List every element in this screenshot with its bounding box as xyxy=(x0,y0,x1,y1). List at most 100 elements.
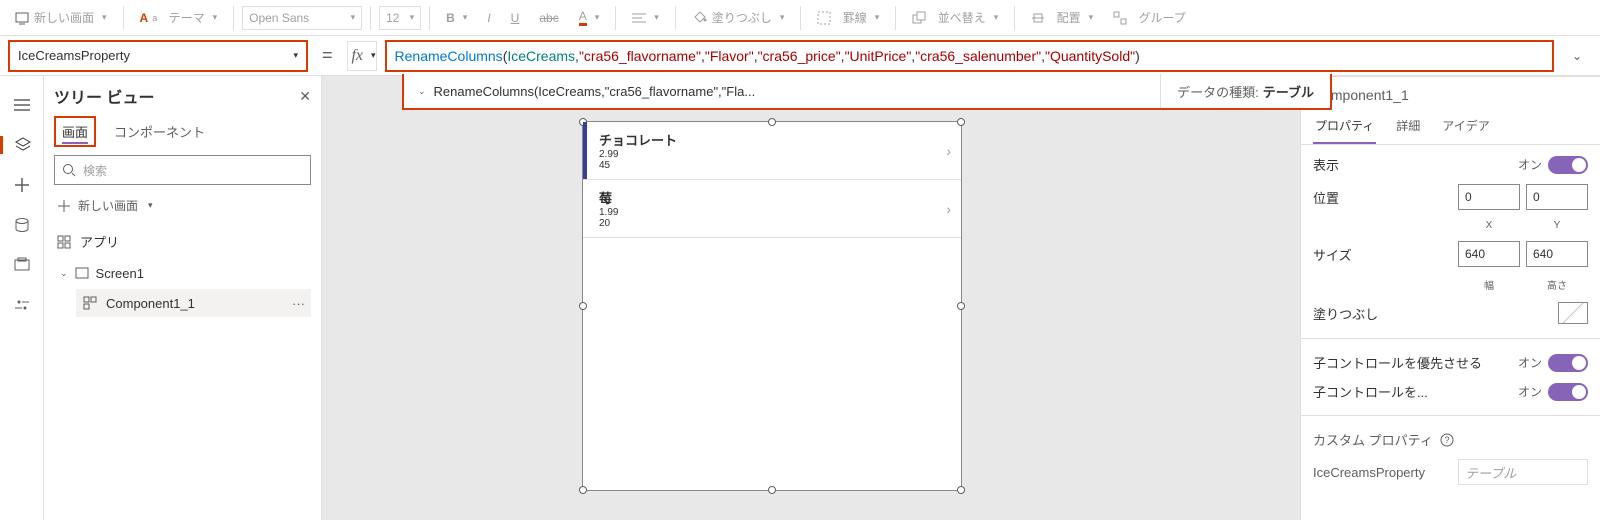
position-label: 位置 xyxy=(1313,188,1339,207)
formula-fn: RenameColumns xyxy=(395,48,503,64)
nav-insert[interactable] xyxy=(13,176,31,194)
search-placeholder: 検索 xyxy=(83,162,107,179)
tab-components[interactable]: コンポーネント xyxy=(108,118,211,145)
font-color-button[interactable]: A▾ xyxy=(571,4,608,32)
gallery-price: 1.99 xyxy=(599,207,949,218)
underline-button[interactable]: U xyxy=(503,4,528,32)
width-input[interactable]: 640 xyxy=(1458,241,1520,267)
visible-toggle[interactable] xyxy=(1548,156,1588,174)
height-input[interactable]: 640 xyxy=(1526,241,1588,267)
font-family-value: Open Sans xyxy=(249,11,309,25)
nav-media[interactable] xyxy=(13,256,31,274)
font-size-select[interactable]: 12▾ xyxy=(379,6,421,30)
datatype-value: テーブル xyxy=(1263,82,1314,101)
resize-handle[interactable] xyxy=(579,302,587,310)
formula-input[interactable]: RenameColumns(IceCreams,"cra56_flavornam… xyxy=(385,40,1554,72)
nav-settings[interactable] xyxy=(13,296,31,314)
position-y-input[interactable]: 0 xyxy=(1526,184,1588,210)
tab-advanced[interactable]: 詳細 xyxy=(1394,113,1422,144)
theme-dropdown[interactable]: Aa テーマ▾ xyxy=(132,4,226,32)
tree-new-screen[interactable]: 新しい画面▾ xyxy=(54,193,311,218)
w-sublabel: 幅 xyxy=(1458,277,1520,292)
strike-button[interactable]: abc xyxy=(531,4,566,32)
fill-color-picker[interactable] xyxy=(1558,302,1588,324)
equals-sign: = xyxy=(316,45,339,66)
nav-data[interactable] xyxy=(13,216,31,234)
hamburger-icon[interactable] xyxy=(13,96,31,114)
fill-label: 塗りつぶし xyxy=(712,9,772,26)
screen-label: Screen1 xyxy=(96,266,144,281)
fa6: "QuantitySold" xyxy=(1045,48,1135,64)
canvas[interactable]: チョコレート 2.99 45 › 莓 1.99 20 › xyxy=(322,76,1300,520)
italic-button[interactable]: I xyxy=(479,4,498,32)
x-sublabel: X xyxy=(1458,220,1520,231)
intellisense-text: RenameColumns(IceCreams,"cra56_flavornam… xyxy=(434,84,756,99)
child-priority-toggle[interactable] xyxy=(1548,354,1588,372)
align-text-button[interactable]: ▾ xyxy=(624,4,667,32)
fill-prop-label: 塗りつぶし xyxy=(1313,304,1378,323)
fa3: "cra56_price" xyxy=(758,48,841,64)
left-nav-rail xyxy=(0,76,44,520)
child-control-state: オン xyxy=(1518,383,1542,400)
custom-prop-value[interactable]: テーブル xyxy=(1458,459,1588,485)
gallery-item[interactable]: 莓 1.99 20 › xyxy=(583,180,961,238)
tree-component-node[interactable]: Component1_1 ··· xyxy=(76,289,311,317)
properties-panel: Component1_1 プロパティ 詳細 アイデア 表示 オン 位置 0 0 xyxy=(1300,76,1600,520)
svg-text:?: ? xyxy=(1444,435,1449,445)
fa5: "cra56_salenumber" xyxy=(915,48,1041,64)
component-icon xyxy=(82,295,98,311)
tab-properties[interactable]: プロパティ xyxy=(1313,113,1376,144)
new-screen-label: 新しい画面 xyxy=(78,197,138,214)
resize-handle[interactable] xyxy=(579,486,587,494)
border-button[interactable]: 罫線▾ xyxy=(809,4,887,32)
gallery-qty: 20 xyxy=(599,218,949,229)
intellisense-result[interactable]: ⌄ RenameColumns(IceCreams,"cra56_flavorn… xyxy=(404,74,1161,108)
child-priority-state: オン xyxy=(1518,354,1542,371)
tree-close-button[interactable]: ✕ xyxy=(299,88,311,105)
new-screen-dropdown[interactable]: 新しい画面▾ xyxy=(6,4,115,32)
component-more-button[interactable]: ··· xyxy=(292,296,305,311)
bucket-icon xyxy=(692,10,708,26)
search-icon xyxy=(61,162,77,178)
canvas-component[interactable]: チョコレート 2.99 45 › 莓 1.99 20 › xyxy=(582,121,962,491)
ribbon: 新しい画面▾ Aa テーマ▾ Open Sans▾ 12▾ B▾ I U abc… xyxy=(0,0,1600,36)
arrange-button[interactable]: 並べ替え▾ xyxy=(904,4,1006,32)
bold-button[interactable]: B▾ xyxy=(438,4,475,32)
screen-node-icon xyxy=(74,265,90,281)
visible-label: 表示 xyxy=(1313,155,1339,174)
formula-expand-button[interactable]: ⌄ xyxy=(1562,41,1592,71)
chevron-right-icon: › xyxy=(946,201,951,217)
chevron-right-icon: › xyxy=(946,143,951,159)
resize-handle[interactable] xyxy=(768,486,776,494)
position-x-input[interactable]: 0 xyxy=(1458,184,1520,210)
gallery-item[interactable]: チョコレート 2.99 45 › xyxy=(583,122,961,180)
tab-ideas[interactable]: アイデア xyxy=(1440,113,1491,144)
resize-handle[interactable] xyxy=(957,486,965,494)
theme-label: テーマ xyxy=(169,9,205,26)
align-label: 配置 xyxy=(1057,9,1081,26)
formula-intellisense: ⌄ RenameColumns(IceCreams,"cra56_flavorn… xyxy=(402,74,1332,110)
tab-screens[interactable]: 画面 xyxy=(54,116,96,147)
tree-search-input[interactable]: 検索 xyxy=(54,155,311,185)
align-button[interactable]: 配置▾ xyxy=(1023,4,1101,32)
tab-screens-label: 画面 xyxy=(62,125,88,144)
border-label: 罫線 xyxy=(843,9,867,26)
custom-prop-name: IceCreamsProperty xyxy=(1313,465,1425,480)
gallery-title: 莓 xyxy=(599,188,949,207)
nav-tree-view[interactable] xyxy=(0,136,43,154)
info-icon[interactable]: ? xyxy=(1439,432,1455,448)
tree-app-node[interactable]: アプリ xyxy=(54,228,311,255)
resize-handle[interactable] xyxy=(957,302,965,310)
font-family-select[interactable]: Open Sans▾ xyxy=(242,6,362,30)
group-button[interactable]: グループ xyxy=(1105,4,1194,32)
fill-color-button[interactable]: 塗りつぶし▾ xyxy=(684,4,793,32)
datatype-label: データの種類: xyxy=(1177,82,1259,101)
child-control-toggle[interactable] xyxy=(1548,383,1588,401)
visible-state: オン xyxy=(1518,156,1542,173)
fx-button[interactable]: fx▾ xyxy=(347,41,377,71)
gallery-title: チョコレート xyxy=(599,130,949,149)
tree-screen-node[interactable]: ⌄ Screen1 xyxy=(54,261,311,285)
property-selector[interactable]: IceCreamsProperty ▾ xyxy=(8,40,308,72)
child-priority-label: 子コントロールを優先させる xyxy=(1313,353,1482,372)
property-value: IceCreamsProperty xyxy=(18,48,130,63)
